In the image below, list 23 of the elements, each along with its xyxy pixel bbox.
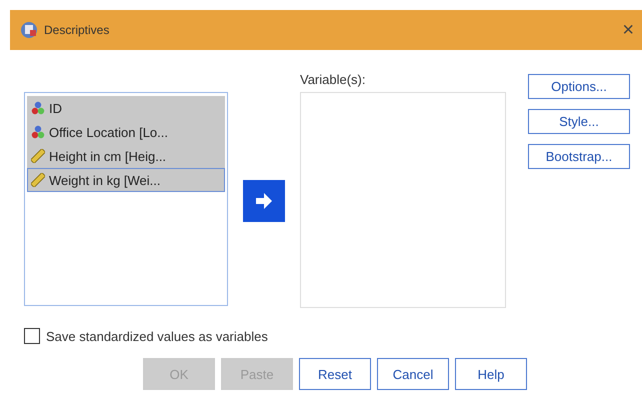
variables-label: Variable(s): [300, 72, 367, 89]
checkbox[interactable] [24, 328, 40, 344]
dialog-button[interactable]: Style... [528, 109, 630, 134]
ruler-icon [31, 149, 45, 163]
arrow-right-icon [253, 190, 275, 212]
variable-item[interactable]: Height in cm [Heig... [27, 144, 225, 168]
move-right-button[interactable] [243, 180, 285, 222]
close-button[interactable]: × [622, 18, 634, 42]
variable-item[interactable]: Weight in kg [Wei... [27, 168, 225, 192]
nominal-icon [31, 101, 45, 115]
dialog-button[interactable]: Options... [528, 74, 630, 99]
checkbox-label: Save standardized values as variables [46, 328, 268, 344]
dialog-button[interactable]: Bootstrap... [528, 144, 630, 169]
nominal-icon [31, 125, 45, 139]
app-icon [20, 21, 38, 39]
window-title: Descriptives [44, 23, 110, 37]
dialog-button[interactable]: Help [455, 358, 527, 390]
dialog-button[interactable]: Reset [299, 358, 371, 390]
variable-item[interactable]: ID [27, 96, 225, 120]
ruler-icon [31, 173, 45, 187]
variable-item[interactable]: Office Location [Lo... [27, 120, 225, 144]
source-variable-list[interactable]: ID Office Location [Lo... Height in cm [Heig... Weight in kg [Wei... [24, 92, 228, 306]
dialog-button[interactable]: Cancel [377, 358, 449, 390]
